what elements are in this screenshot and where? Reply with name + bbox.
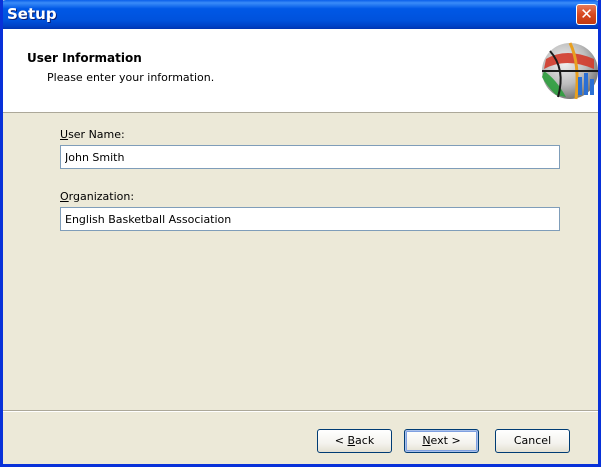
close-icon: ✕ (580, 5, 593, 23)
page-subtitle: Please enter your information. (47, 71, 215, 84)
user-name-label: User Name: (60, 128, 125, 141)
next-button[interactable]: Next > (404, 429, 479, 453)
basketball-logo-icon (536, 39, 598, 101)
organization-label: Organization: (60, 190, 135, 203)
organization-input[interactable] (60, 207, 560, 231)
title-bar[interactable]: Setup ✕ (3, 0, 598, 29)
header-panel: User Information Please enter your infor… (3, 29, 598, 113)
page-title: User Information (27, 51, 142, 65)
setup-window: Setup ✕ User Information Please enter yo… (0, 0, 601, 467)
cancel-button[interactable]: Cancel (495, 429, 570, 453)
back-button[interactable]: < Back (317, 429, 392, 453)
user-name-input[interactable] (60, 145, 560, 169)
window-title: Setup (7, 5, 57, 23)
close-button[interactable]: ✕ (576, 4, 597, 25)
footer-separator (3, 410, 598, 412)
